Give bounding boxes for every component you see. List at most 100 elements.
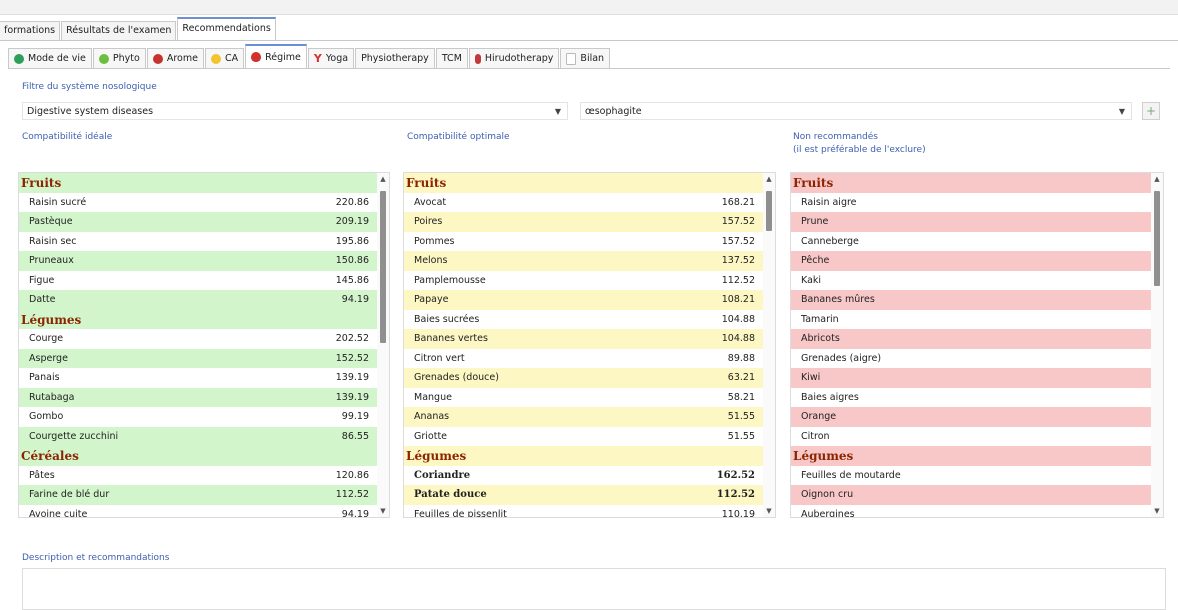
scroll-down-icon[interactable]: ▼ (763, 507, 775, 515)
list-item[interactable]: Mangue 58.21 (404, 388, 763, 408)
item-name: Grenades (douce) (414, 372, 499, 383)
list-item[interactable]: Tamarin (791, 310, 1151, 330)
subtab-regime[interactable]: Régime (245, 44, 307, 68)
ideal-list[interactable]: Fruits Raisin sucré 220.86 Pastèque 209.19 Ra… (18, 172, 390, 518)
system-select[interactable]: Digestive system diseases ▼ (22, 102, 568, 120)
add-button[interactable]: + (1142, 102, 1160, 120)
item-score (1143, 310, 1145, 330)
list-item[interactable]: Avoine cuite 94.19 (19, 505, 377, 518)
scroll-up-icon[interactable]: ▲ (763, 175, 775, 183)
optimal-scrollbar[interactable]: ▲ ▼ (763, 173, 775, 517)
ideal-scrollbar[interactable]: ▲ ▼ (377, 173, 389, 517)
list-item[interactable]: Panais 139.19 (19, 368, 377, 388)
list-item[interactable]: Figue 145.86 (19, 271, 377, 291)
list-item[interactable]: Courge 202.52 (19, 329, 377, 349)
subtab-arome[interactable]: Arome (146, 48, 204, 68)
list-item[interactable]: Abricots (791, 329, 1151, 349)
list-item[interactable]: Rutabaga 139.19 (19, 387, 377, 407)
tab-informations[interactable]: formations (0, 21, 61, 40)
scroll-down-icon[interactable]: ▼ (1151, 507, 1163, 515)
disease-select[interactable]: œsophagite ▼ (580, 102, 1132, 120)
item-name: Oignon cru (801, 489, 854, 500)
category-header: Légumes (19, 309, 377, 329)
item-name: Grenades (aigre) (801, 352, 882, 364)
list-item[interactable]: Pastèque 209.19 (19, 212, 377, 232)
ideal-rows: Fruits Raisin sucré 220.86 Pastèque 209.19 Ra… (19, 173, 377, 517)
subtab-yoga[interactable]: Y Yoga (307, 48, 355, 68)
item-score: 139.19 (335, 391, 369, 403)
list-item[interactable]: Orange (791, 407, 1151, 427)
list-item[interactable]: Canneberge (791, 232, 1151, 252)
optimal-title: Compatibilité optimale (407, 132, 510, 142)
list-item[interactable]: Poires 157.52 (404, 212, 763, 232)
list-item[interactable]: Feuilles de moutarde (791, 466, 1151, 486)
description-textarea[interactable] (22, 568, 1166, 610)
not-recommended-scrollbar[interactable]: ▲ ▼ (1151, 173, 1163, 517)
subtab-mode-de-vie[interactable]: Mode de vie (8, 48, 92, 68)
subtab-ca[interactable]: CA (204, 48, 245, 68)
list-item[interactable]: Farine de blé dur 112.52 (19, 485, 377, 505)
list-item[interactable]: Avocat 168.21 (404, 193, 763, 213)
list-item[interactable]: Raisin sucré 220.86 (19, 193, 377, 213)
tab-recommendations[interactable]: Recommendations (177, 17, 276, 40)
item-score (1143, 427, 1145, 447)
list-item[interactable]: Baies sucrées 104.88 (404, 310, 763, 330)
list-item[interactable]: Ananas 51.55 (404, 407, 763, 427)
scrollbar-thumb[interactable] (766, 191, 772, 231)
item-score: 86.55 (341, 430, 369, 442)
list-item[interactable]: Kiwi (791, 368, 1151, 388)
subtab-physiotherapy[interactable]: Physiotherapy (355, 48, 435, 68)
item-score (1143, 368, 1145, 388)
item-score (1143, 193, 1145, 213)
list-item[interactable]: Gombo 99.19 (19, 407, 377, 427)
list-item[interactable]: Courgette zucchini 86.55 (19, 426, 377, 446)
item-score: 51.55 (727, 430, 755, 442)
list-item[interactable]: Pruneaux 150.86 (19, 251, 377, 271)
item-name: Papaye (414, 294, 449, 305)
list-item[interactable]: Coriandre 162.52 (404, 466, 763, 486)
list-item[interactable]: Bananes mûres (791, 290, 1151, 310)
list-item[interactable]: Griotte 51.55 (404, 427, 763, 447)
leech-icon (474, 53, 481, 64)
list-item[interactable]: Pommes 157.52 (404, 232, 763, 252)
list-item[interactable]: Citron vert 89.88 (404, 349, 763, 369)
filter-label: Filtre du système nosologique (22, 82, 157, 92)
list-item[interactable]: Grenades (aigre) (791, 349, 1151, 369)
item-score: 120.86 (335, 469, 369, 481)
optimal-list[interactable]: Fruits Avocat 168.21 Poires 157.52 Pommes 157.… (403, 172, 776, 518)
subtab-tcm[interactable]: TCM (435, 48, 468, 68)
item-name: Rutabaga (29, 391, 75, 403)
item-name: Pruneaux (29, 255, 74, 266)
list-item[interactable]: Aubergines (791, 505, 1151, 518)
list-item[interactable]: Oignon cru (791, 485, 1151, 505)
list-item[interactable]: Kaki (791, 271, 1151, 291)
list-item[interactable]: Citron (791, 427, 1151, 447)
list-item[interactable]: Grenades (douce) 63.21 (404, 368, 763, 388)
list-item[interactable]: Raisin sec 195.86 (19, 232, 377, 252)
item-name: Bananes vertes (414, 333, 488, 344)
subtab-bilan[interactable]: Bilan (560, 48, 611, 68)
list-item[interactable]: Melons 137.52 (404, 251, 763, 271)
scrollbar-thumb[interactable] (1154, 191, 1160, 286)
list-item[interactable]: Patate douce 112.52 (404, 485, 763, 505)
scroll-down-icon[interactable]: ▼ (377, 507, 389, 515)
list-item[interactable]: Pamplemousse 112.52 (404, 271, 763, 291)
list-item[interactable]: Prune (791, 212, 1151, 232)
scroll-up-icon[interactable]: ▲ (1151, 175, 1163, 183)
list-item[interactable]: Asperge 152.52 (19, 348, 377, 368)
list-item[interactable]: Datte 94.19 (19, 290, 377, 310)
list-item[interactable]: Bananes vertes 104.88 (404, 329, 763, 349)
list-item[interactable]: Feuilles de pissenlit 110.19 (404, 505, 763, 518)
list-item[interactable]: Raisin aigre (791, 193, 1151, 213)
list-item[interactable]: Pâtes 120.86 (19, 466, 377, 486)
scroll-up-icon[interactable]: ▲ (377, 175, 389, 183)
subtab-hirudotherapy[interactable]: Hirudotherapy (468, 48, 560, 68)
subtab-phyto[interactable]: Phyto (92, 48, 146, 68)
list-item[interactable]: Papaye 108.21 (404, 290, 763, 310)
not-recommended-list[interactable]: Fruits Raisin aigre Prune Canneberge Pêche Ka… (790, 172, 1164, 518)
scrollbar-thumb[interactable] (380, 191, 386, 343)
item-name: Gombo (29, 411, 64, 422)
list-item[interactable]: Pêche (791, 251, 1151, 271)
list-item[interactable]: Baies aigres (791, 388, 1151, 408)
tab-resultats-examen[interactable]: Résultats de l'examen (61, 21, 177, 40)
